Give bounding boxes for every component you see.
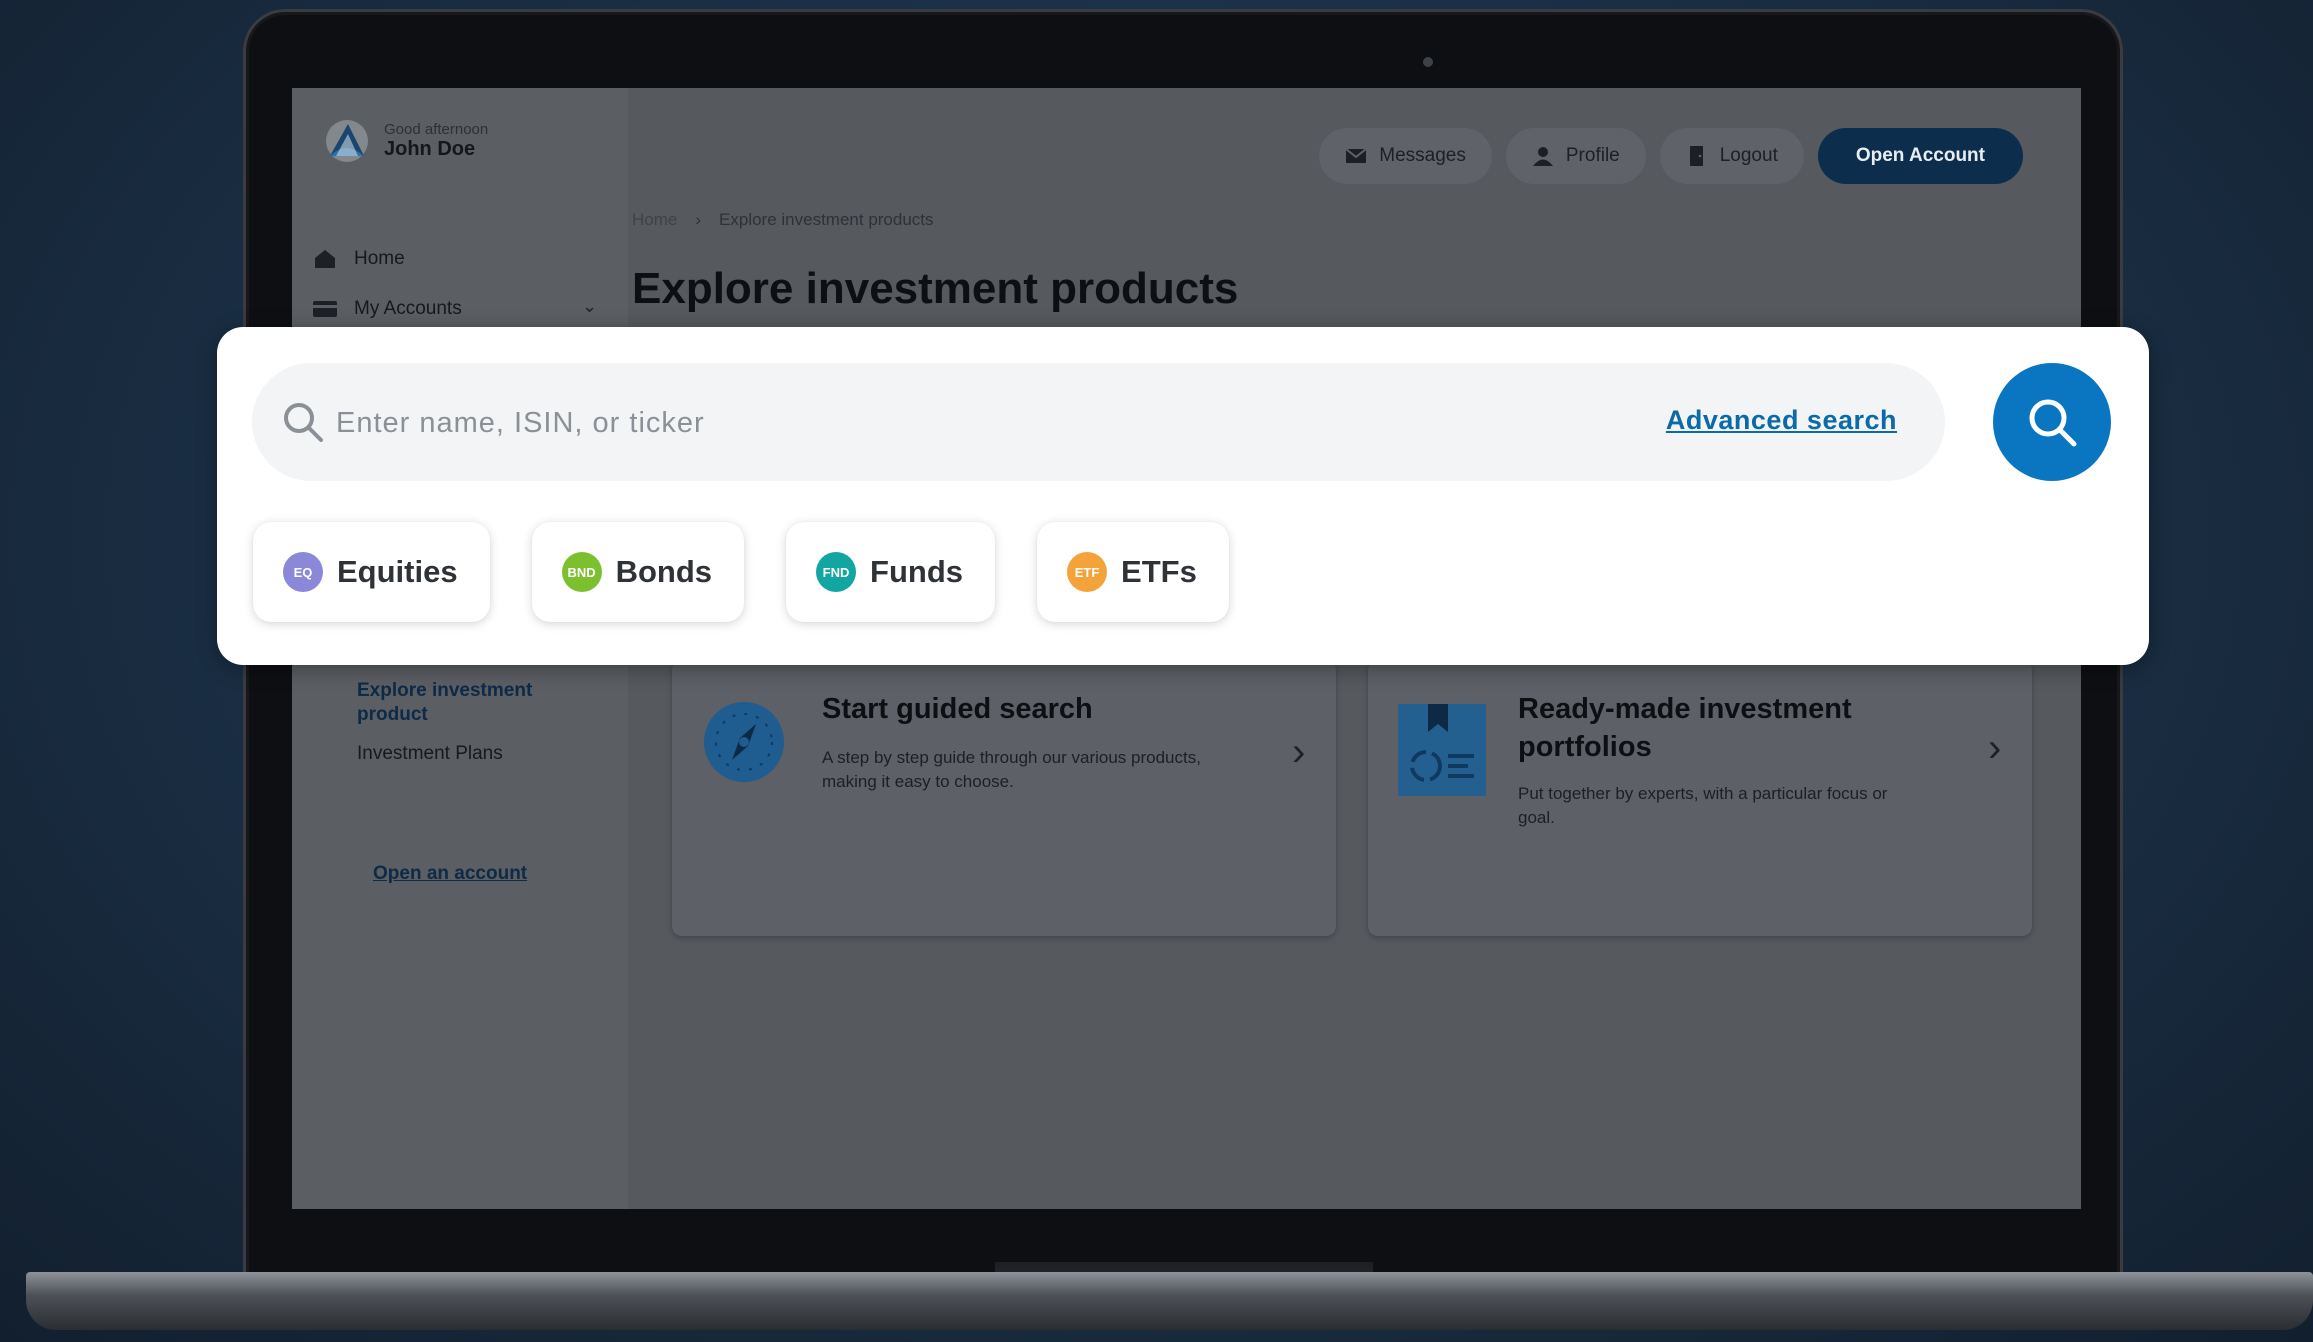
logout-label: Logout [1719,145,1778,166]
messages-button[interactable]: Messages [1319,128,1492,184]
top-bar: Messages Profile Logout Open Account [1319,128,2023,184]
mail-icon [1345,148,1367,163]
chip-funds[interactable]: FND Funds [786,522,996,622]
equities-badge-icon: EQ [283,552,323,592]
logout-door-icon [1689,146,1703,166]
profile-label: Profile [1565,145,1620,166]
chip-label: ETFs [1121,554,1197,589]
sidebar-subitem-investment-plans[interactable]: Investment Plans [357,743,503,765]
chevron-down-icon[interactable]: ⌄ [582,296,597,317]
laptop-base [26,1272,2313,1330]
messages-label: Messages [1379,145,1466,166]
ready-made-portfolios-card[interactable]: Ready-made investment portfolios Put tog… [1368,660,2032,936]
greeting-salutation: Good afternoon [384,121,489,138]
breadcrumb-home[interactable]: Home [632,210,677,230]
chip-etfs[interactable]: ETF ETFs [1037,522,1229,622]
camera-dot [1423,57,1433,67]
compass-icon [704,702,784,782]
advanced-search-link[interactable]: Advanced search [1666,405,1897,436]
profile-button[interactable]: Profile [1505,128,1646,184]
sidebar-item-my-accounts[interactable]: My Accounts [312,298,462,320]
sidebar-item-home[interactable]: Home [312,248,405,270]
sidebar-item-label: Home [354,248,405,269]
chevron-right-icon: › [1292,730,1306,774]
card-description: A step by step guide through our various… [822,748,1201,791]
sidebar-subitem-explore[interactable]: Explore investment product [357,679,577,727]
breadcrumb-separator-icon: › [695,210,702,229]
chevron-right-icon: › [1988,726,2002,770]
breadcrumb: Home › Explore investment products [632,210,934,230]
user-icon [1532,147,1553,166]
breadcrumb-current: Explore investment products [719,210,934,229]
chip-label: Funds [870,554,964,589]
etfs-badge-icon: ETF [1067,552,1108,592]
user-name: John Doe [384,138,476,160]
accounts-icon [313,301,337,317]
chip-equities[interactable]: EQ Equities [253,522,490,622]
card-title: Ready-made investment portfolios [1518,693,1852,763]
search-box: Advanced search [252,363,1945,481]
guided-search-card[interactable]: Start guided search A step by step guide… [672,660,1336,936]
search-panel: Advanced search EQ Equities BND Bonds FN… [217,327,2149,665]
page-title: Explore investment products [632,264,1239,313]
funds-badge-icon: FND [816,552,857,592]
category-chips: EQ Equities BND Bonds FND Funds ETF ETFs [253,522,1229,622]
brand-logo-icon [326,120,368,162]
card-description: Put together by experts, with a particul… [1518,784,1888,827]
home-icon [315,250,335,268]
search-submit-button[interactable] [1993,363,2111,481]
laptop-bezel-bottom [292,1209,2081,1267]
search-icon [2029,399,2077,447]
portfolio-document-icon [1398,704,1486,796]
open-account-button[interactable]: Open Account [1817,128,2023,184]
open-account-link[interactable]: Open an account [373,863,527,885]
chip-label: Equities [337,554,458,589]
card-title: Start guided search [822,693,1093,725]
chip-bonds[interactable]: BND Bonds [531,522,745,622]
greeting: Good afternoon John Doe [324,118,488,164]
search-icon [284,403,323,442]
sidebar-item-label: My Accounts [354,298,462,319]
logout-button[interactable]: Logout [1659,128,1804,184]
chip-label: Bonds [615,554,713,589]
bonds-badge-icon: BND [561,552,602,592]
search-input[interactable] [334,399,1538,447]
